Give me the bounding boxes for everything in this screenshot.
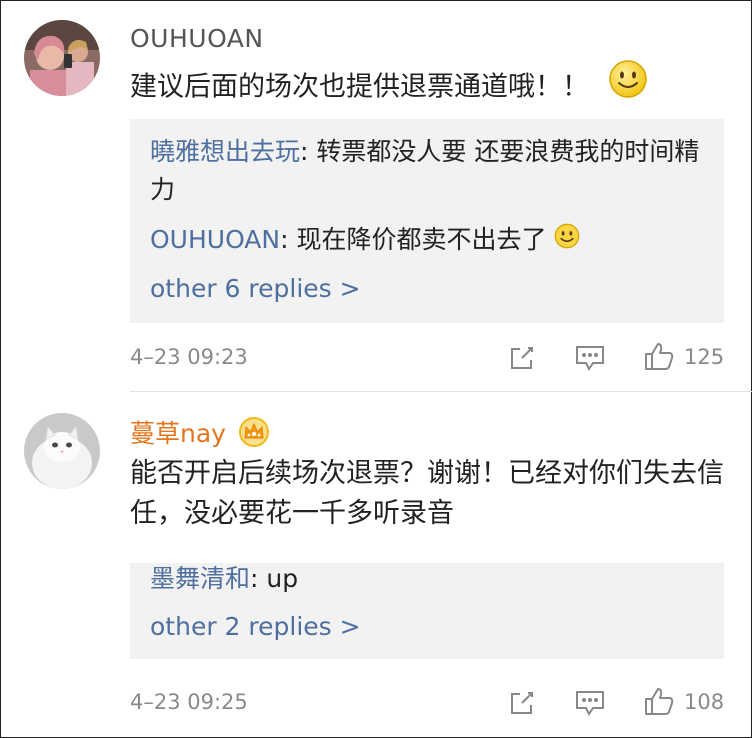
reply-author[interactable]: 墨舞清和 <box>150 564 250 593</box>
more-replies-link[interactable]: other 6 replies > <box>150 274 361 303</box>
avatar[interactable] <box>24 413 100 489</box>
crown-icon <box>238 417 270 453</box>
timestamp: 4–23 09:23 <box>130 345 248 369</box>
timestamp: 4–23 09:25 <box>130 690 248 714</box>
comment-item: 蔓草nay 能否开启后续场次退票？谢谢！已经对你们失去信任，没必要花一千多听录音… <box>0 392 752 738</box>
comment-text-body: 建议后面的场次也提供退票通道哦！！ <box>130 71 589 103</box>
reply-separator: : <box>300 137 317 166</box>
reply-separator: : <box>250 564 267 593</box>
username[interactable]: OUHUOAN <box>130 24 264 53</box>
reply-item[interactable]: 曉雅想出去玩: 转票都没人要 还要浪费我的时间精力 <box>150 133 704 209</box>
smiley-emoji <box>598 60 648 111</box>
share-icon[interactable] <box>508 344 536 376</box>
comment-text: 能否开启后续场次退票？谢谢！已经对你们失去信任，没必要花一千多听录音 <box>130 458 724 529</box>
like-count: 125 <box>684 345 725 369</box>
reply-box: 曉雅想出去玩: 转票都没人要 还要浪费我的时间精力 OUHUOAN: 现在降价都… <box>130 119 724 323</box>
like-count: 108 <box>684 690 725 714</box>
thumbs-up-icon[interactable] <box>643 340 675 376</box>
more-replies-link[interactable]: other 2 replies > <box>150 612 361 641</box>
thumbs-up-icon[interactable] <box>643 685 675 721</box>
comment-text: 建议后面的场次也提供退票通道哦！！ <box>130 60 732 111</box>
reply-separator: : <box>280 225 297 254</box>
smiley-emoji <box>554 222 580 260</box>
username[interactable]: 蔓草nay <box>130 414 270 453</box>
comment-icon[interactable] <box>575 344 605 376</box>
reply-item[interactable]: 墨舞清和: up <box>150 560 704 598</box>
username-text[interactable]: 蔓草nay <box>130 419 226 448</box>
reply-author[interactable]: OUHUOAN <box>150 225 280 254</box>
reply-text: up <box>266 564 299 593</box>
comment-icon[interactable] <box>575 689 605 721</box>
comment-item: OUHUOAN 建议后面的场次也提供退票通道哦！！ 曉雅想出去玩: 转票都没人要… <box>0 0 752 392</box>
reply-item[interactable]: OUHUOAN: 现在降价都卖不出去了 <box>150 221 704 260</box>
share-icon[interactable] <box>508 689 536 721</box>
reply-author[interactable]: 曉雅想出去玩 <box>150 137 300 166</box>
reply-box: 墨舞清和: up other 2 replies > <box>130 563 724 659</box>
avatar[interactable] <box>24 20 100 96</box>
reply-text: 现在降价都卖不出去了 <box>296 225 547 254</box>
